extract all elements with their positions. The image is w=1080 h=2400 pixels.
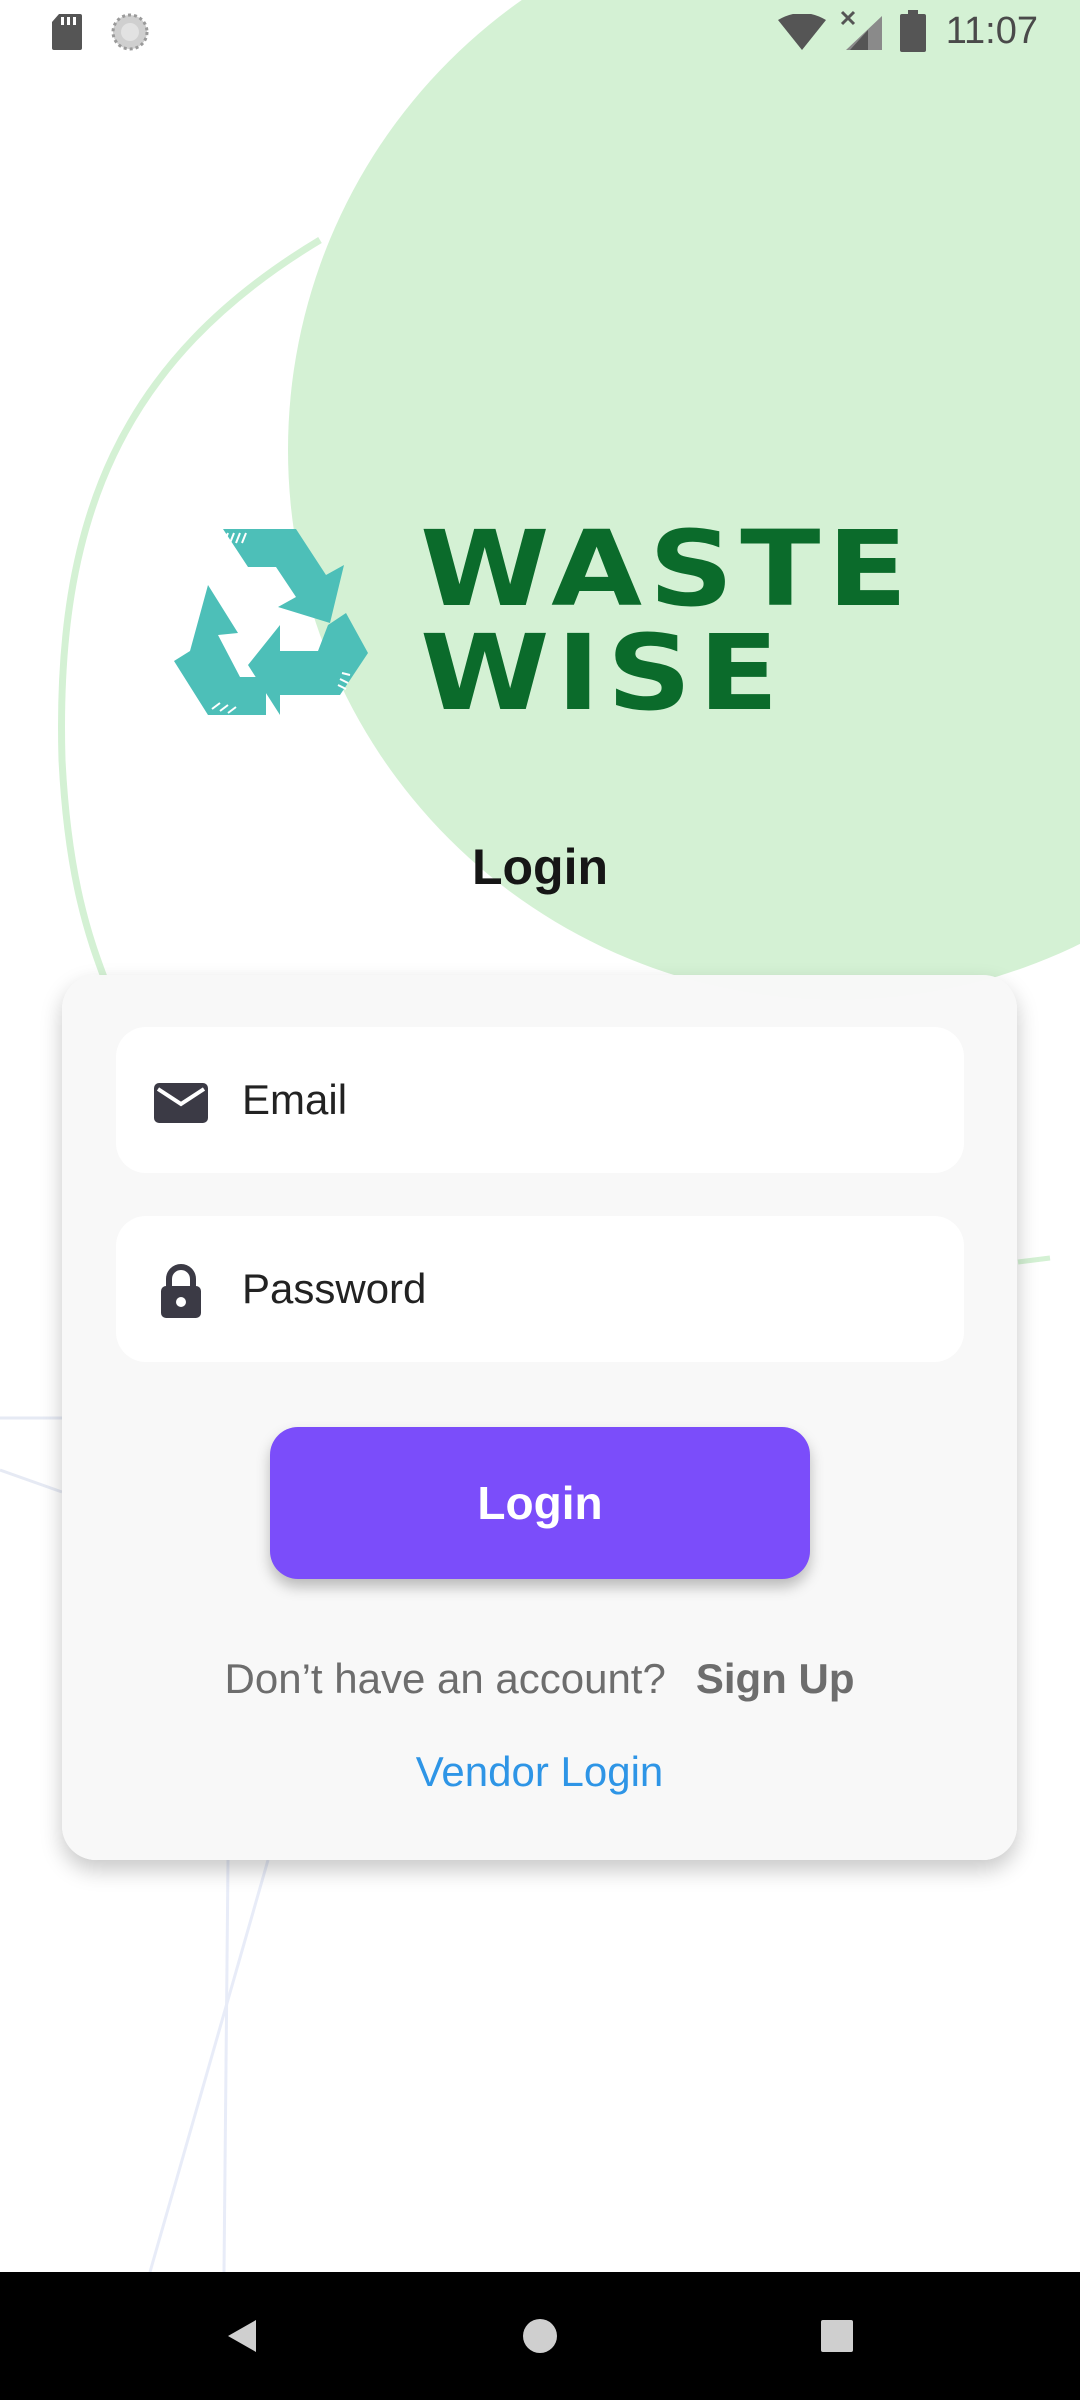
recycle-icon <box>174 529 368 715</box>
home-icon[interactable] <box>506 2302 574 2370</box>
recents-icon[interactable] <box>803 2302 871 2370</box>
status-bar: 11:07 <box>0 0 1080 64</box>
battery-icon <box>900 10 926 52</box>
lock-icon <box>161 1264 201 1318</box>
page-title: Login <box>471 839 609 895</box>
mail-icon <box>154 1083 208 1123</box>
back-icon[interactable] <box>206 2302 274 2370</box>
email-input[interactable] <box>242 1027 932 1173</box>
sync-icon <box>111 13 149 51</box>
logo-text-line1: WASTE <box>420 508 915 630</box>
login-button[interactable]: Login <box>270 1427 810 1579</box>
sign-up-link[interactable]: Sign Up <box>696 1655 855 1702</box>
email-field[interactable] <box>116 1027 964 1173</box>
signup-prompt: Don’t have an account? Sign Up <box>62 1655 1017 1703</box>
vendor-login-link[interactable]: Vendor Login <box>62 1748 1017 1796</box>
password-field[interactable] <box>116 1216 964 1362</box>
navigation-bar <box>0 2272 1080 2400</box>
login-card: Login Don’t have an account? Sign Up Vend… <box>62 975 1017 1860</box>
app-logo: WASTE WISE <box>168 515 918 725</box>
wifi-icon <box>778 14 826 50</box>
clock: 11:07 <box>945 10 1038 52</box>
sd-card-icon <box>52 14 82 50</box>
password-input[interactable] <box>242 1216 932 1362</box>
signal-icon <box>840 10 882 50</box>
no-account-text: Don’t have an account? <box>224 1655 666 1702</box>
logo-text-line2: WISE <box>420 612 786 734</box>
